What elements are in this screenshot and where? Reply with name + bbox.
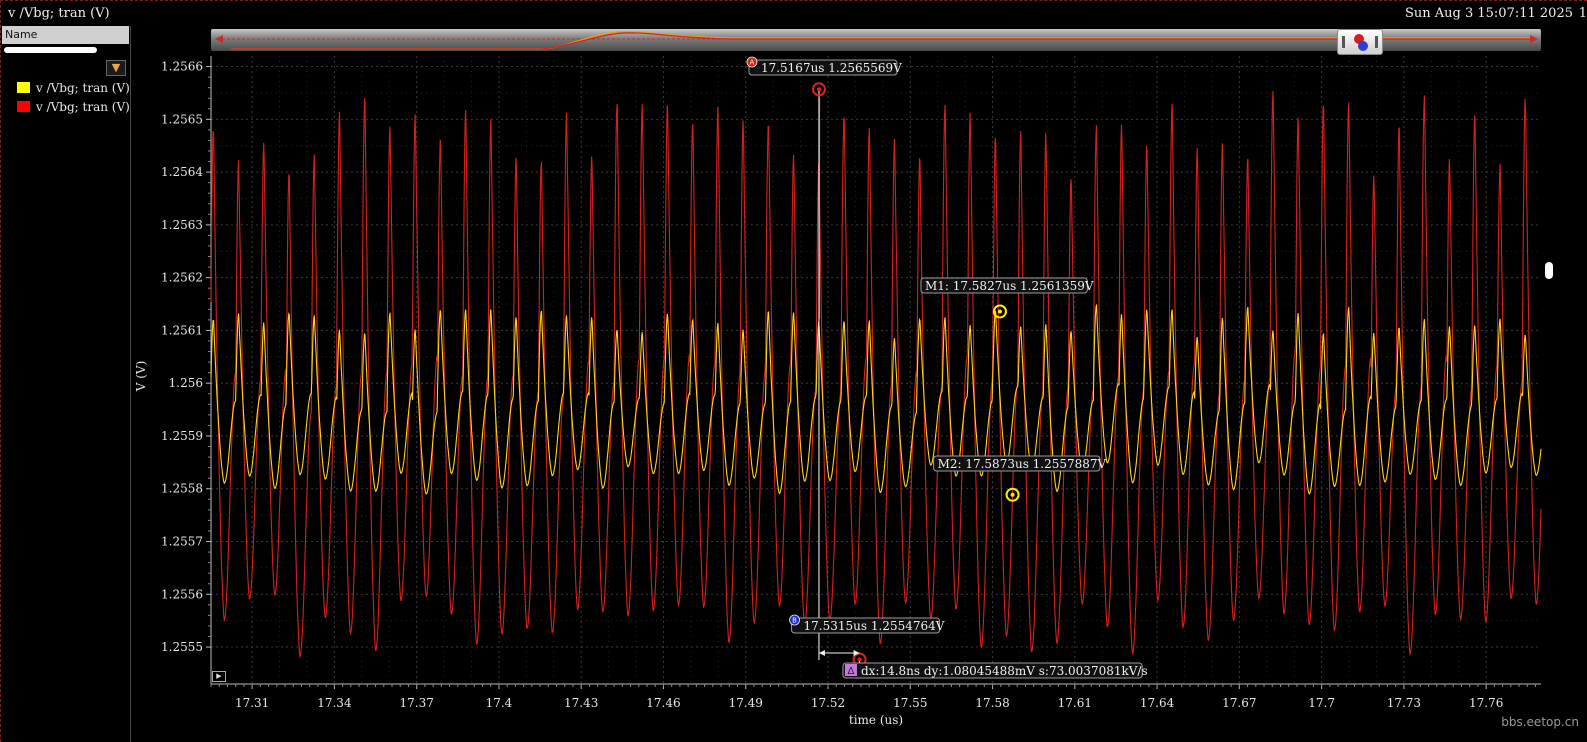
marker-m1-point-dot xyxy=(997,309,1002,314)
x-tick-label: 17.4 xyxy=(486,696,513,710)
x-tick-label: 17.55 xyxy=(893,696,927,710)
y-tick-label: 1.2566 xyxy=(161,60,203,74)
marker-a-label-text: 17.5167us 1.2565569V xyxy=(761,61,902,75)
y-tick-label: 1.2559 xyxy=(161,429,203,443)
x-tick-label: 17.7 xyxy=(1308,696,1335,710)
x-tick-label: 17.31 xyxy=(235,696,269,710)
marker-b-label-badge-letter: B xyxy=(792,617,797,625)
y-tick-label: 1.2557 xyxy=(161,535,203,549)
x-tick-label: 17.49 xyxy=(729,696,763,710)
x-tick-label: 17.67 xyxy=(1222,696,1256,710)
y-tick-label: 1.2561 xyxy=(161,323,203,337)
delta-arrowhead-left xyxy=(818,650,825,656)
x-tick-label: 17.52 xyxy=(811,696,845,710)
marker-m2-point-dot xyxy=(1010,492,1015,497)
waveform-chart[interactable]: 1.2555 1.2556 1.2557 1.2558 1.2559 1.256 1.256… xyxy=(0,0,1587,742)
watermark: bbs.eetop.cn xyxy=(1501,715,1579,729)
marker-a-point-dot xyxy=(816,87,821,92)
x-axis-label: time (us) xyxy=(849,713,903,727)
x-tick-label: 17.73 xyxy=(1387,696,1421,710)
x-tick-label: 17.76 xyxy=(1469,696,1503,710)
x-tick-label: 17.58 xyxy=(975,696,1009,710)
x-tick-label: 17.61 xyxy=(1058,696,1092,710)
y-tick-label: 1.2563 xyxy=(161,218,203,232)
y-tick-label: 1.2565 xyxy=(161,112,203,126)
play-icon[interactable]: ▶ xyxy=(212,671,226,682)
marker-a-label-badge-letter: A xyxy=(750,59,755,67)
y-tick-label: 1.2558 xyxy=(161,482,203,496)
x-tick-label: 17.64 xyxy=(1140,696,1175,710)
x-tick-label: 17.34 xyxy=(317,696,352,710)
delta-label-text: dx:14.8ns dy:1.08045488mV s:73.0037081kV… xyxy=(861,664,1148,678)
x-tick-label: 17.37 xyxy=(399,696,433,710)
series-line-red xyxy=(210,90,1542,659)
y-tick-label: 1.2562 xyxy=(161,271,203,285)
x-tick-label: 17.43 xyxy=(564,696,598,710)
y-tick-label: 1.2555 xyxy=(161,640,203,654)
delta-icon-symbol: Δ xyxy=(848,666,855,677)
marker-b-label-text: 17.5315us 1.2554764V xyxy=(804,619,945,633)
y-tick-label: 1.2564 xyxy=(161,165,203,179)
marker-b-point-dot xyxy=(857,657,862,662)
x-tick-label: 17.46 xyxy=(646,696,680,710)
vertical-scroll-handle[interactable] xyxy=(1545,262,1553,279)
marker-m1-label-text: M1: 17.5827us 1.2561359V xyxy=(925,279,1094,293)
y-tick-label: 1.256 xyxy=(169,376,203,390)
y-tick-label: 1.2556 xyxy=(161,587,203,601)
y-axis-label: V (V) xyxy=(134,361,148,393)
grid xyxy=(211,56,1541,684)
marker-m2-label-text: M2: 17.5873us 1.2557887V xyxy=(938,457,1107,471)
traces xyxy=(210,90,1542,659)
